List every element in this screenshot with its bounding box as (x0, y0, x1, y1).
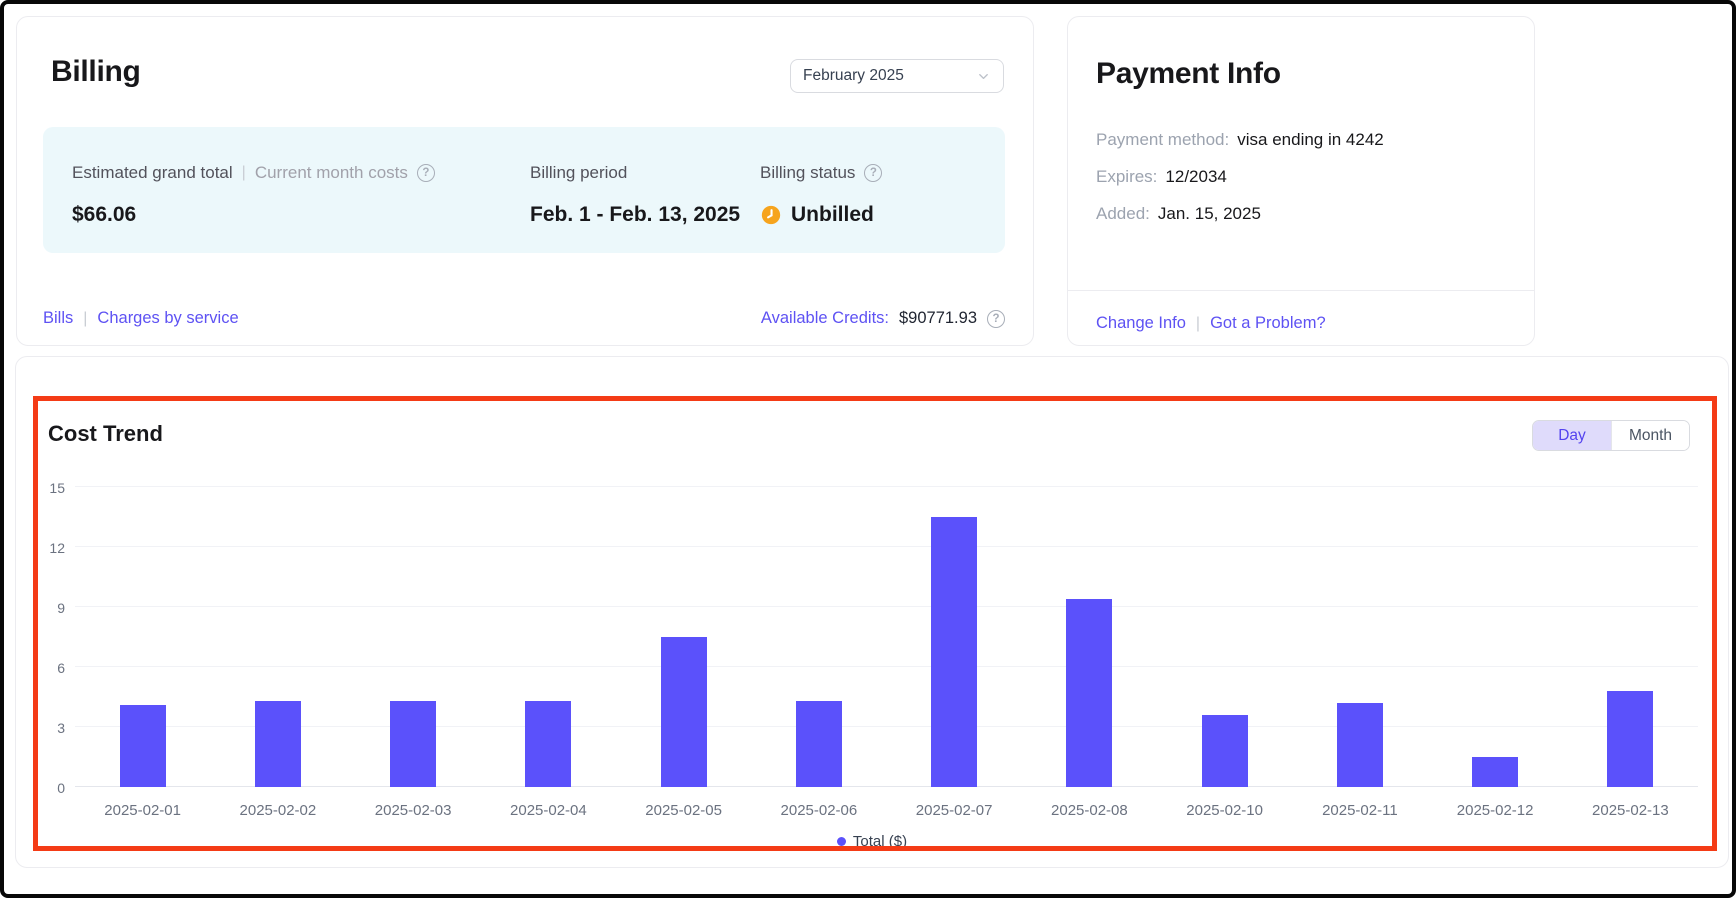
chart-legend[interactable]: Total ($) (16, 833, 1728, 850)
toggle-day-button[interactable]: Day (1533, 421, 1611, 450)
bar (931, 517, 978, 787)
month-selector-value: February 2025 (803, 67, 904, 84)
available-credits-value: $90771.93 (899, 309, 977, 327)
current-month-costs-label: Current month costs (254, 163, 408, 182)
bar (660, 637, 707, 787)
bar-column: 2025-02-07 (887, 487, 1022, 819)
billing-period-label: Billing period (530, 163, 628, 182)
charges-by-service-link[interactable]: Charges by service (97, 309, 238, 328)
y-axis-tick-label: 15 (49, 480, 65, 496)
clock-icon (760, 204, 782, 226)
bar (390, 701, 437, 787)
help-icon[interactable]: ? (987, 309, 1005, 328)
day-month-toggle: Day Month (1532, 420, 1690, 451)
x-axis-tick-label: 2025-02-03 (374, 802, 452, 819)
bar-column: 2025-02-02 (210, 487, 345, 819)
grand-total-value: $66.06 (72, 203, 137, 226)
available-credits-link[interactable]: Available Credits: (761, 309, 889, 328)
payment-info-title: Payment Info (1096, 57, 1281, 90)
help-icon[interactable]: ? (864, 164, 883, 182)
page: Billing February 2025 Estimated grand to… (0, 0, 1736, 898)
x-axis-tick-label: 2025-02-12 (1456, 802, 1534, 819)
bar (1472, 757, 1519, 787)
cost-trend-title: Cost Trend (48, 421, 163, 446)
legend-label: Total ($) (852, 833, 908, 850)
expires-row: Expires: 12/2034 (1096, 167, 1384, 187)
x-axis-tick-label: 2025-02-04 (510, 802, 587, 819)
cost-trend-card: Cost Trend Day Month 0 3 6 9 12 15 2025-02-01… (15, 356, 1729, 868)
bar-column: 2025-02-13 (1563, 487, 1698, 819)
x-axis-tick-label: 2025-02-05 (645, 802, 722, 819)
month-selector-dropdown[interactable]: February 2025 (790, 59, 1004, 93)
got-a-problem-link[interactable]: Got a Problem? (1210, 314, 1326, 333)
legend-dot-icon (836, 837, 846, 846)
x-axis-tick-label: 2025-02-07 (915, 802, 993, 819)
added-value: Jan. 15, 2025 (1157, 204, 1261, 223)
bar-column: 2025-02-10 (1157, 487, 1292, 819)
x-axis-tick-label: 2025-02-11 (1322, 802, 1398, 819)
chart-bars: 2025-02-01 2025-02-02 2025-02-03 2025-02-04… (75, 487, 1698, 819)
x-axis-tick-label: 2025-02-08 (1051, 802, 1128, 819)
bar-column: 2025-02-04 (481, 487, 616, 819)
bar-column: 2025-02-08 (1022, 487, 1157, 819)
x-axis-tick-label: 2025-02-10 (1186, 802, 1263, 819)
change-info-link[interactable]: Change Info (1096, 314, 1186, 333)
separator: | (83, 309, 88, 327)
bar-column: 2025-02-12 (1428, 487, 1563, 819)
toggle-month-button[interactable]: Month (1611, 421, 1689, 450)
y-axis-tick-label: 3 (57, 720, 65, 736)
bar-column: 2025-02-01 (75, 487, 210, 819)
payment-method-value: visa ending in 4242 (1237, 130, 1384, 149)
y-axis-tick-label: 6 (57, 660, 65, 676)
added-row: Added: Jan. 15, 2025 (1096, 204, 1384, 224)
y-axis-tick-label: 9 (57, 600, 65, 616)
separator: | (1195, 314, 1201, 332)
x-axis-tick-label: 2025-02-01 (104, 802, 181, 819)
bar-column: 2025-02-06 (751, 487, 886, 819)
bar (525, 701, 572, 787)
expires-label: Expires: (1096, 167, 1158, 186)
y-axis-tick-label: 0 (57, 780, 65, 796)
billing-card: Billing February 2025 Estimated grand to… (16, 16, 1034, 346)
payment-method-label: Payment method: (1096, 130, 1230, 149)
billing-summary-panel: Estimated grand total | Current month co… (43, 127, 1005, 253)
grand-total-label: Estimated grand total (72, 163, 233, 182)
billing-title: Billing (51, 55, 141, 88)
bar (119, 705, 166, 787)
bar (1066, 599, 1113, 787)
payment-method-row: Payment method: visa ending in 4242 (1096, 130, 1384, 150)
chevron-down-icon (976, 69, 991, 84)
x-axis-tick-label: 2025-02-02 (239, 802, 317, 819)
help-icon[interactable]: ? (416, 164, 435, 182)
bills-link[interactable]: Bills (43, 309, 73, 328)
bar-column: 2025-02-03 (346, 487, 481, 819)
bar (1336, 703, 1383, 787)
bar (1607, 691, 1654, 787)
bar-column: 2025-02-11 (1292, 487, 1427, 819)
billing-period-value: Feb. 1 - Feb. 13, 2025 (530, 203, 741, 226)
billing-status-value: Unbilled (791, 203, 874, 226)
expires-value: 12/2034 (1165, 167, 1227, 186)
payment-info-card: Payment Info Payment method: visa ending… (1067, 16, 1535, 346)
x-axis-tick-label: 2025-02-13 (1592, 802, 1669, 819)
bar-column: 2025-02-05 (616, 487, 751, 819)
y-axis-tick-label: 12 (49, 540, 65, 556)
bar (254, 701, 301, 787)
x-axis-tick-label: 2025-02-06 (780, 802, 858, 819)
added-label: Added: (1096, 204, 1150, 223)
chart-plot: 0 3 6 9 12 15 2025-02-01 2025-02-02 2025-02-03 2… (49, 480, 1698, 819)
bar (1201, 715, 1248, 787)
divider (1068, 290, 1534, 291)
billing-status-label: Billing status (760, 163, 856, 182)
bar (795, 701, 842, 787)
separator: | (241, 164, 246, 181)
